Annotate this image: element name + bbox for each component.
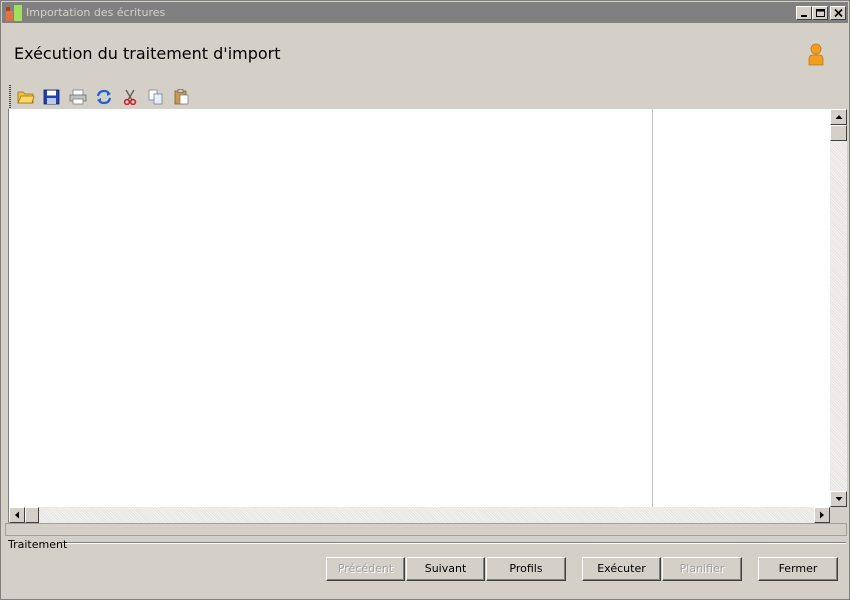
close-icon [834,9,843,18]
vertical-scroll-thumb[interactable] [830,125,847,141]
minimize-icon [801,15,807,17]
minimize-button[interactable] [796,6,812,20]
arrow-left-icon [15,511,19,519]
scissors-icon [123,89,137,105]
scroll-up-button[interactable] [830,109,847,125]
execute-button[interactable]: Exécuter [582,557,661,581]
copy-button[interactable] [144,87,166,109]
print-button[interactable] [66,87,88,109]
cut-button[interactable] [118,87,140,109]
vertical-scrollbar[interactable] [830,109,847,507]
close-button[interactable]: Fermer [758,557,838,581]
status-strip [5,523,847,536]
import-grid[interactable] [8,109,847,523]
group-label-traitement: Traitement [8,538,68,551]
arrow-up-icon [835,115,842,119]
next-button[interactable]: Suivant [406,557,485,581]
profiles-button[interactable]: Profils [486,557,566,581]
column-divider[interactable] [652,109,653,507]
copy-icon [148,89,163,105]
title-bar[interactable]: Importation des écritures [2,2,848,23]
group-divider [61,542,846,544]
refresh-button[interactable] [92,87,114,109]
page-title: Exécution du traitement d'import [14,44,281,63]
open-button[interactable] [14,87,36,109]
horizontal-scroll-thumb[interactable] [25,507,39,523]
printer-icon [69,89,87,105]
previous-button[interactable]: Précédent [326,557,405,581]
grid-content[interactable] [9,109,830,507]
folder-open-icon [17,91,35,104]
refresh-icon [96,89,112,105]
maximize-icon [816,9,825,17]
scroll-right-button[interactable] [814,507,830,523]
arrow-down-icon [835,497,842,501]
scroll-left-button[interactable] [9,507,25,523]
paste-button[interactable] [170,87,192,109]
import-window: Importation des écritures Exécution du t… [0,0,850,600]
arrow-right-icon [820,511,824,519]
toolbar [9,85,849,109]
schedule-button[interactable]: Planifier [662,557,742,581]
close-window-button[interactable] [830,6,846,20]
maximize-button[interactable] [812,6,828,20]
floppy-disk-icon [43,89,60,105]
save-button[interactable] [40,87,62,109]
clipboard-icon [174,89,189,105]
window-title: Importation des écritures [26,6,166,19]
toolbar-grip[interactable] [9,85,11,109]
user-icon [808,43,824,66]
app-icon [6,5,22,21]
scroll-corner [830,507,847,523]
horizontal-scrollbar[interactable] [9,507,830,523]
scroll-down-button[interactable] [830,491,847,507]
